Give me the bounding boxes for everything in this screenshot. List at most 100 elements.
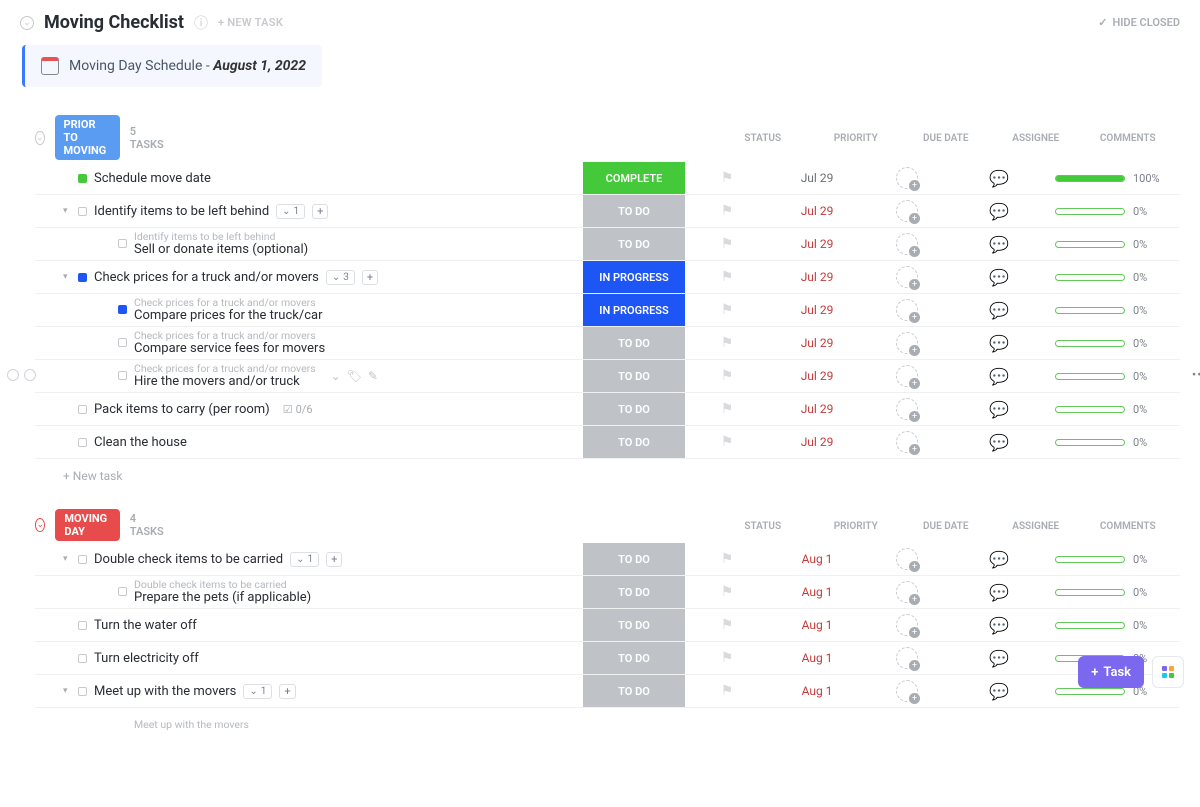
due-date[interactable]: Jul 29: [769, 435, 865, 449]
priority-flag-icon[interactable]: ⚑: [685, 368, 769, 384]
subtasks-icon[interactable]: ⌄: [331, 369, 341, 383]
due-date[interactable]: Aug 1: [769, 585, 865, 599]
status-cell[interactable]: TO DO: [583, 576, 685, 608]
add-subtask-button[interactable]: +: [312, 204, 328, 219]
checklist-badge[interactable]: 0/6: [283, 403, 313, 416]
comment-icon[interactable]: 💬: [949, 649, 1049, 668]
comment-icon[interactable]: 💬: [949, 433, 1049, 452]
comment-icon[interactable]: 💬: [949, 334, 1049, 353]
comment-icon[interactable]: 💬: [949, 235, 1049, 254]
progress-cell[interactable]: 0%: [1049, 403, 1169, 416]
status-cell[interactable]: TO DO: [583, 327, 685, 359]
subtask-row[interactable]: Meet up with the movers: [35, 708, 1180, 741]
comment-icon[interactable]: 💬: [949, 400, 1049, 419]
comment-icon[interactable]: 💬: [949, 367, 1049, 386]
due-date[interactable]: Jul 29: [769, 303, 865, 317]
due-date[interactable]: Aug 1: [769, 618, 865, 632]
progress-cell[interactable]: 0%: [1049, 619, 1169, 632]
due-date[interactable]: Jul 29: [769, 402, 865, 416]
priority-flag-icon[interactable]: ⚑: [685, 335, 769, 351]
status-cell[interactable]: IN PROGRESS: [583, 261, 685, 293]
progress-cell[interactable]: 0%: [1049, 205, 1169, 218]
priority-flag-icon[interactable]: ⚑: [685, 683, 769, 699]
assignee-button[interactable]: [865, 680, 949, 702]
progress-cell[interactable]: 0%: [1049, 370, 1169, 383]
assignee-button[interactable]: [865, 548, 949, 570]
comment-icon[interactable]: 💬: [949, 583, 1049, 602]
task-row[interactable]: Turn electricity off TO DO ⚑ Aug 1 💬 0%: [35, 642, 1180, 675]
assignee-button[interactable]: [865, 581, 949, 603]
task-row[interactable]: ▾Double check items to be carried ⌄ 1 + …: [35, 543, 1180, 576]
priority-flag-icon[interactable]: ⚑: [685, 203, 769, 219]
comment-icon[interactable]: 💬: [949, 616, 1049, 635]
status-cell[interactable]: TO DO: [583, 543, 685, 575]
subtask-row[interactable]: Identify items to be left behindSell or …: [35, 228, 1180, 261]
assignee-button[interactable]: [865, 614, 949, 636]
priority-flag-icon[interactable]: ⚑: [685, 584, 769, 600]
priority-flag-icon[interactable]: ⚑: [685, 401, 769, 417]
assignee-button[interactable]: [865, 332, 949, 354]
apps-fab[interactable]: [1152, 656, 1184, 688]
priority-flag-icon[interactable]: ⚑: [685, 551, 769, 567]
edit-icon[interactable]: ✎: [368, 369, 378, 383]
priority-flag-icon[interactable]: ⚑: [685, 617, 769, 633]
status-cell[interactable]: TO DO: [583, 609, 685, 641]
due-date[interactable]: Jul 29: [769, 270, 865, 284]
new-task-fab[interactable]: + Task: [1078, 656, 1144, 688]
status-cell[interactable]: IN PROGRESS: [583, 294, 685, 326]
assignee-button[interactable]: [865, 200, 949, 222]
expand-icon[interactable]: ▾: [63, 272, 71, 282]
subtask-count-badge[interactable]: ⌄ 3: [326, 270, 355, 285]
assignee-button[interactable]: [865, 431, 949, 453]
status-cell[interactable]: TO DO: [583, 393, 685, 425]
comment-icon[interactable]: 💬: [949, 682, 1049, 701]
expand-icon[interactable]: ▾: [63, 554, 71, 564]
status-cell[interactable]: TO DO: [583, 228, 685, 260]
due-date[interactable]: Aug 1: [769, 684, 865, 698]
progress-cell[interactable]: 0%: [1049, 271, 1169, 284]
progress-cell[interactable]: 0%: [1049, 238, 1169, 251]
priority-flag-icon[interactable]: ⚑: [685, 236, 769, 252]
section-toggle-icon[interactable]: ⌄: [35, 518, 45, 532]
status-cell[interactable]: TO DO: [583, 195, 685, 227]
add-subtask-button[interactable]: +: [326, 552, 342, 567]
task-row[interactable]: Pack items to carry (per room) 0/6 TO DO…: [35, 393, 1180, 426]
list-toggle-icon[interactable]: ⌄: [20, 16, 34, 30]
subtask-count-badge[interactable]: ⌄ 1: [276, 204, 305, 219]
priority-flag-icon[interactable]: ⚑: [685, 434, 769, 450]
due-date[interactable]: Jul 29: [769, 336, 865, 350]
task-row[interactable]: ▾Check prices for a truck and/or movers …: [35, 261, 1180, 294]
status-cell[interactable]: TO DO: [583, 642, 685, 674]
priority-flag-icon[interactable]: ⚑: [685, 269, 769, 285]
priority-flag-icon[interactable]: ⚑: [685, 650, 769, 666]
hide-closed-button[interactable]: HIDE CLOSED: [1098, 16, 1180, 29]
new-task-header-button[interactable]: + NEW TASK: [218, 16, 283, 29]
comment-icon[interactable]: 💬: [949, 202, 1049, 221]
expand-icon[interactable]: ▾: [63, 686, 71, 696]
progress-cell[interactable]: 0%: [1049, 436, 1169, 449]
task-row[interactable]: Clean the house TO DO ⚑ Jul 29 💬 0%: [35, 426, 1180, 459]
section-pill-moving[interactable]: MOVING DAY: [55, 509, 119, 541]
assignee-button[interactable]: [865, 299, 949, 321]
due-date[interactable]: Jul 29: [769, 237, 865, 251]
due-date[interactable]: Jul 29: [769, 171, 865, 185]
task-row[interactable]: Schedule move date COMPLETE ⚑ Jul 29 💬 1…: [35, 162, 1180, 195]
status-cell[interactable]: TO DO: [583, 360, 685, 392]
subtask-row[interactable]: Check prices for a truck and/or moversCo…: [35, 294, 1180, 327]
progress-cell[interactable]: 0%: [1049, 304, 1169, 317]
assignee-button[interactable]: [865, 365, 949, 387]
section-pill-prior[interactable]: PRIOR TO MOVING: [55, 115, 120, 160]
assignee-button[interactable]: [865, 266, 949, 288]
assignee-button[interactable]: [865, 398, 949, 420]
add-subtask-button[interactable]: +: [279, 684, 295, 699]
assignee-button[interactable]: [865, 167, 949, 189]
status-cell[interactable]: COMPLETE: [583, 162, 685, 194]
schedule-banner[interactable]: Moving Day Schedule - August 1, 2022: [22, 45, 322, 87]
progress-cell[interactable]: 0%: [1049, 586, 1169, 599]
subtask-count-badge[interactable]: ⌄ 1: [290, 552, 319, 567]
task-row[interactable]: ▾Identify items to be left behind ⌄ 1 + …: [35, 195, 1180, 228]
progress-cell[interactable]: 0%: [1049, 337, 1169, 350]
due-date[interactable]: Jul 29: [769, 369, 865, 383]
expand-icon[interactable]: ▾: [63, 206, 71, 216]
section-toggle-icon[interactable]: ⌄: [35, 131, 45, 145]
